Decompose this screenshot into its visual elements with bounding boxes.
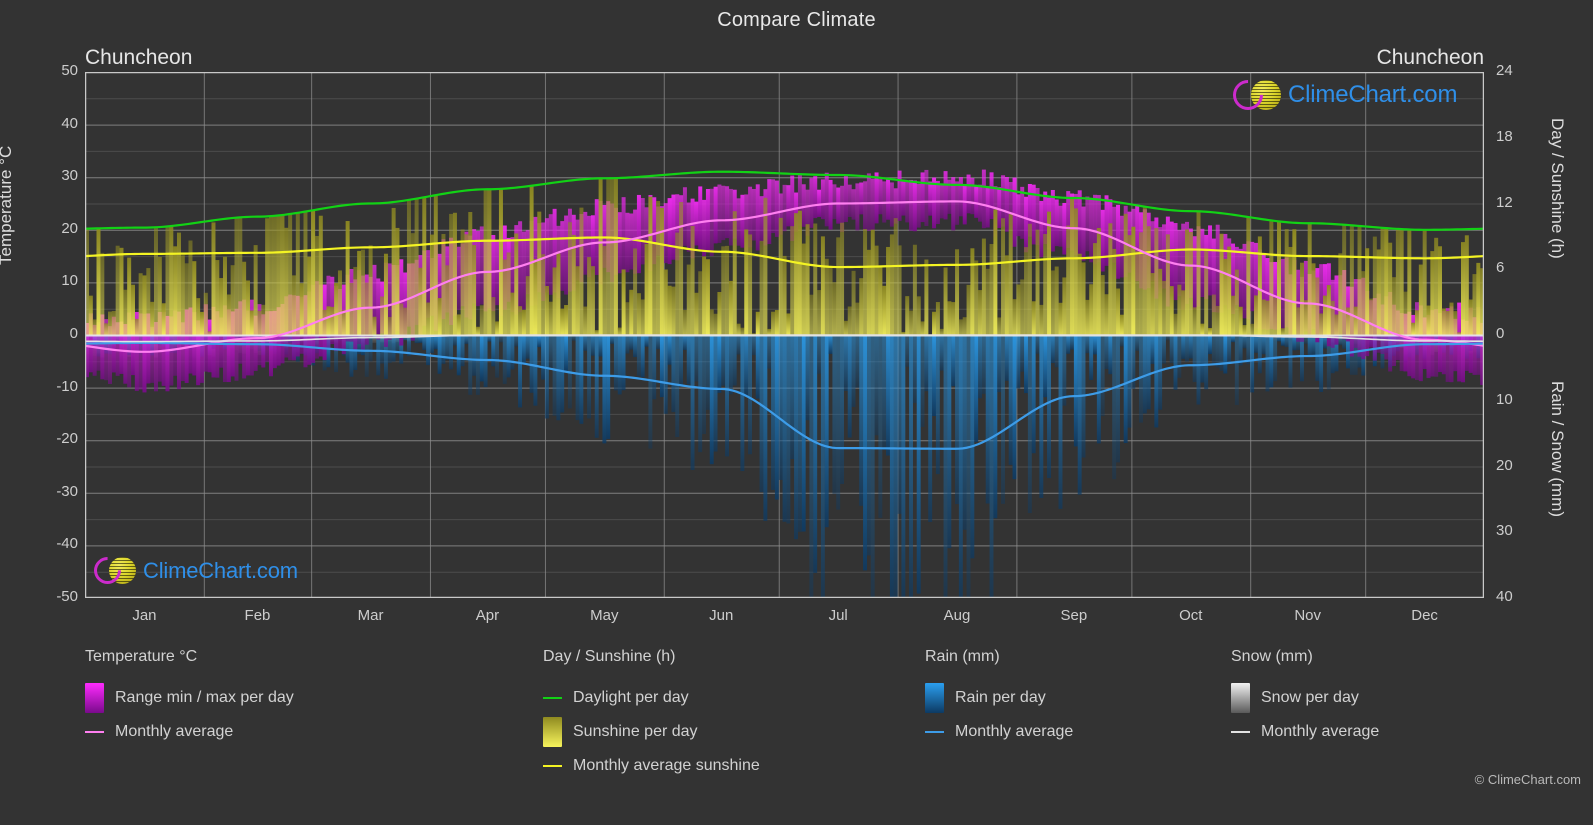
brand-logo-bottom: ClimeChart.com bbox=[88, 551, 298, 590]
y-tick-right-hours: 18 bbox=[1496, 127, 1513, 145]
y-tick-left: -30 bbox=[56, 482, 78, 500]
legend-label: Sunshine per day bbox=[573, 723, 698, 740]
legend-item[interactable]: Monthly average sunshine bbox=[543, 749, 760, 783]
legend-item[interactable]: Range min / max per day bbox=[85, 681, 294, 715]
x-tick: May bbox=[590, 607, 619, 624]
legend-line-icon bbox=[85, 717, 104, 747]
y-tick-left: -10 bbox=[56, 377, 78, 395]
legend-label: Rain per day bbox=[955, 689, 1046, 706]
y-tick-left: 30 bbox=[61, 167, 78, 185]
legend-heading: Day / Sunshine (h) bbox=[543, 648, 676, 665]
legend-heading: Snow (mm) bbox=[1231, 648, 1313, 665]
legend-item[interactable]: Daylight per day bbox=[543, 681, 760, 715]
x-tick: Sep bbox=[1060, 607, 1088, 624]
y-tick-right-mm: 20 bbox=[1496, 456, 1513, 474]
legend-item[interactable]: Sunshine per day bbox=[543, 715, 760, 749]
y-tick-right-hours: 6 bbox=[1496, 259, 1505, 277]
legend-item[interactable]: Monthly average bbox=[925, 715, 1073, 749]
legend-item[interactable]: Monthly average bbox=[85, 715, 294, 749]
legend-heading: Temperature °C bbox=[85, 648, 198, 665]
legend-line-icon bbox=[543, 683, 562, 713]
legend-label: Monthly average bbox=[1261, 723, 1380, 740]
y-tick-left: 50 bbox=[61, 62, 78, 79]
brand-logo-top: ClimeChart.com bbox=[1226, 73, 1458, 117]
legend-label: Monthly average bbox=[115, 723, 234, 740]
logo-text: ClimeChart.com bbox=[1288, 81, 1458, 108]
y-tick-left: -20 bbox=[56, 430, 78, 448]
legend-label: Monthly average sunshine bbox=[573, 757, 760, 774]
y-tick-left: 40 bbox=[61, 114, 78, 132]
copyright-text: © ClimeChart.com bbox=[1474, 772, 1581, 787]
x-tick: Jun bbox=[709, 607, 734, 624]
location-label-right: Chuncheon bbox=[1376, 46, 1484, 69]
legend-column-2: Day / Sunshine (h) Daylight per day Sunshi… bbox=[543, 648, 760, 783]
x-tick: Oct bbox=[1179, 607, 1203, 624]
y-tick-right-hours: 12 bbox=[1496, 193, 1513, 211]
y-axis-left-title: Temperature °C bbox=[0, 145, 15, 265]
location-label-left: Chuncheon bbox=[85, 46, 193, 69]
y-tick-right-hours: 24 bbox=[1496, 62, 1513, 79]
legend-swatch-icon bbox=[925, 683, 944, 713]
legend-label: Daylight per day bbox=[573, 689, 689, 706]
y-axis-right-title-bottom: Rain / Snow (mm) bbox=[1548, 381, 1567, 518]
legend-line-icon bbox=[543, 751, 562, 781]
x-tick: Dec bbox=[1411, 607, 1438, 624]
y-tick-left: -40 bbox=[56, 535, 78, 553]
y-axis-right-title-top: Day / Sunshine (h) bbox=[1548, 118, 1567, 259]
y-tick-right-mm: 10 bbox=[1496, 390, 1513, 408]
x-tick: Nov bbox=[1294, 607, 1322, 624]
legend-item[interactable]: Rain per day bbox=[925, 681, 1073, 715]
legend-label: Range min / max per day bbox=[115, 689, 294, 706]
x-tick: Jul bbox=[828, 607, 848, 624]
y-tick-left: -50 bbox=[56, 588, 78, 605]
legend-swatch-icon bbox=[1231, 683, 1250, 713]
logo-text: ClimeChart.com bbox=[143, 557, 298, 583]
legend-column-3: Rain (mm) Rain per day Monthly average bbox=[925, 648, 1073, 749]
climate-chart: Compare Climate Chuncheon Chuncheon Temp… bbox=[0, 0, 1593, 825]
x-tick: Mar bbox=[357, 607, 384, 624]
y-tick-left: 20 bbox=[61, 219, 78, 237]
page-title: Compare Climate bbox=[717, 9, 876, 31]
legend-item[interactable]: Monthly average bbox=[1231, 715, 1379, 749]
chart-legend: Temperature °C Range min / max per day Mon… bbox=[0, 648, 1593, 798]
x-tick: Feb bbox=[244, 607, 271, 624]
legend-swatch-icon bbox=[85, 683, 104, 713]
y-tick-left: 10 bbox=[61, 272, 78, 290]
y-tick-right-mm: 40 bbox=[1496, 588, 1513, 605]
x-tick: Apr bbox=[475, 607, 500, 624]
legend-label: Monthly average bbox=[955, 723, 1074, 740]
plot-area bbox=[85, 72, 1484, 598]
legend-item[interactable]: Snow per day bbox=[1231, 681, 1379, 715]
legend-line-icon bbox=[1231, 717, 1250, 747]
y-tick-right-hours: 0 bbox=[1496, 325, 1505, 342]
legend-swatch-icon bbox=[543, 717, 562, 747]
legend-line-icon bbox=[925, 717, 944, 747]
legend-column-4: Snow (mm) Snow per day Monthly average bbox=[1231, 648, 1379, 749]
legend-heading: Rain (mm) bbox=[925, 648, 1000, 665]
legend-label: Snow per day bbox=[1261, 689, 1359, 706]
y-tick-right-mm: 30 bbox=[1496, 522, 1513, 540]
x-tick: Aug bbox=[943, 607, 971, 624]
y-tick-left: 0 bbox=[69, 325, 78, 342]
legend-column-1: Temperature °C Range min / max per day Mon… bbox=[85, 648, 294, 749]
x-tick: Jan bbox=[132, 607, 157, 624]
